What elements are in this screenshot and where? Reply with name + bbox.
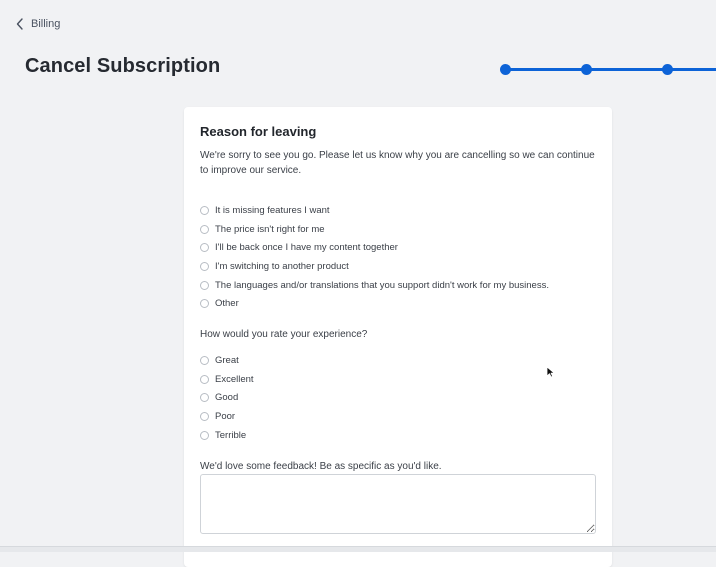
card-title: Reason for leaving	[200, 124, 317, 139]
stepper-line	[506, 68, 716, 71]
reason-option[interactable]: Other	[200, 294, 549, 313]
radio-button[interactable]	[200, 374, 209, 384]
rating-option[interactable]: Good	[200, 388, 254, 407]
progress-stepper	[500, 64, 716, 76]
step-1-dot	[500, 64, 511, 75]
step-3-dot	[662, 64, 673, 75]
rating-option[interactable]: Terrible	[200, 426, 254, 445]
feedback-textarea[interactable]	[200, 474, 596, 534]
radio-button[interactable]	[200, 299, 209, 309]
radio-button[interactable]	[200, 355, 209, 365]
radio-button[interactable]	[200, 224, 209, 234]
back-link-label: Billing	[31, 18, 61, 30]
reason-label: Other	[215, 298, 239, 310]
mouse-pointer-icon	[546, 365, 556, 378]
back-to-billing-link[interactable]: Billing	[16, 18, 60, 30]
rating-label: Great	[215, 354, 239, 366]
rating-label: Excellent	[215, 373, 254, 385]
reason-option[interactable]: The languages and/or translations that y…	[200, 276, 549, 295]
radio-button[interactable]	[200, 280, 209, 290]
reason-option[interactable]: The price isn't right for me	[200, 220, 549, 239]
reason-option[interactable]: It is missing features I want	[200, 201, 549, 220]
bottom-scroll-strip	[0, 546, 716, 552]
rating-option[interactable]: Poor	[200, 407, 254, 426]
radio-button[interactable]	[200, 205, 209, 215]
page-title: Cancel Subscription	[25, 55, 221, 77]
chevron-left-icon	[16, 18, 24, 30]
step-2-dot	[581, 64, 592, 75]
radio-button[interactable]	[200, 411, 209, 421]
reason-option[interactable]: I'll be back once I have my content toge…	[200, 238, 549, 257]
rating-option[interactable]: Excellent	[200, 370, 254, 389]
rating-question: How would you rate your experience?	[200, 329, 368, 340]
rating-option[interactable]: Great	[200, 351, 254, 370]
reason-label: I'm switching to another product	[215, 260, 349, 272]
radio-button[interactable]	[200, 430, 209, 440]
reason-label: The price isn't right for me	[215, 223, 325, 235]
radio-button[interactable]	[200, 243, 209, 253]
reason-label: I'll be back once I have my content toge…	[215, 242, 398, 254]
rating-label: Terrible	[215, 429, 247, 441]
reason-card: Reason for leaving We're sorry to see yo…	[184, 107, 612, 567]
reason-radio-group: It is missing features I want The price …	[200, 201, 549, 313]
reason-label: The languages and/or translations that y…	[215, 279, 549, 291]
reason-option[interactable]: I'm switching to another product	[200, 257, 549, 276]
rating-radio-group: Great Excellent Good Poor Terrible	[200, 351, 254, 444]
reason-label: It is missing features I want	[215, 204, 330, 216]
card-description: We're sorry to see you go. Please let us…	[200, 150, 595, 176]
radio-button[interactable]	[200, 393, 209, 403]
rating-label: Poor	[215, 410, 236, 422]
radio-button[interactable]	[200, 261, 209, 271]
feedback-label: We'd love some feedback! Be as specific …	[200, 461, 442, 472]
rating-label: Good	[215, 392, 239, 404]
